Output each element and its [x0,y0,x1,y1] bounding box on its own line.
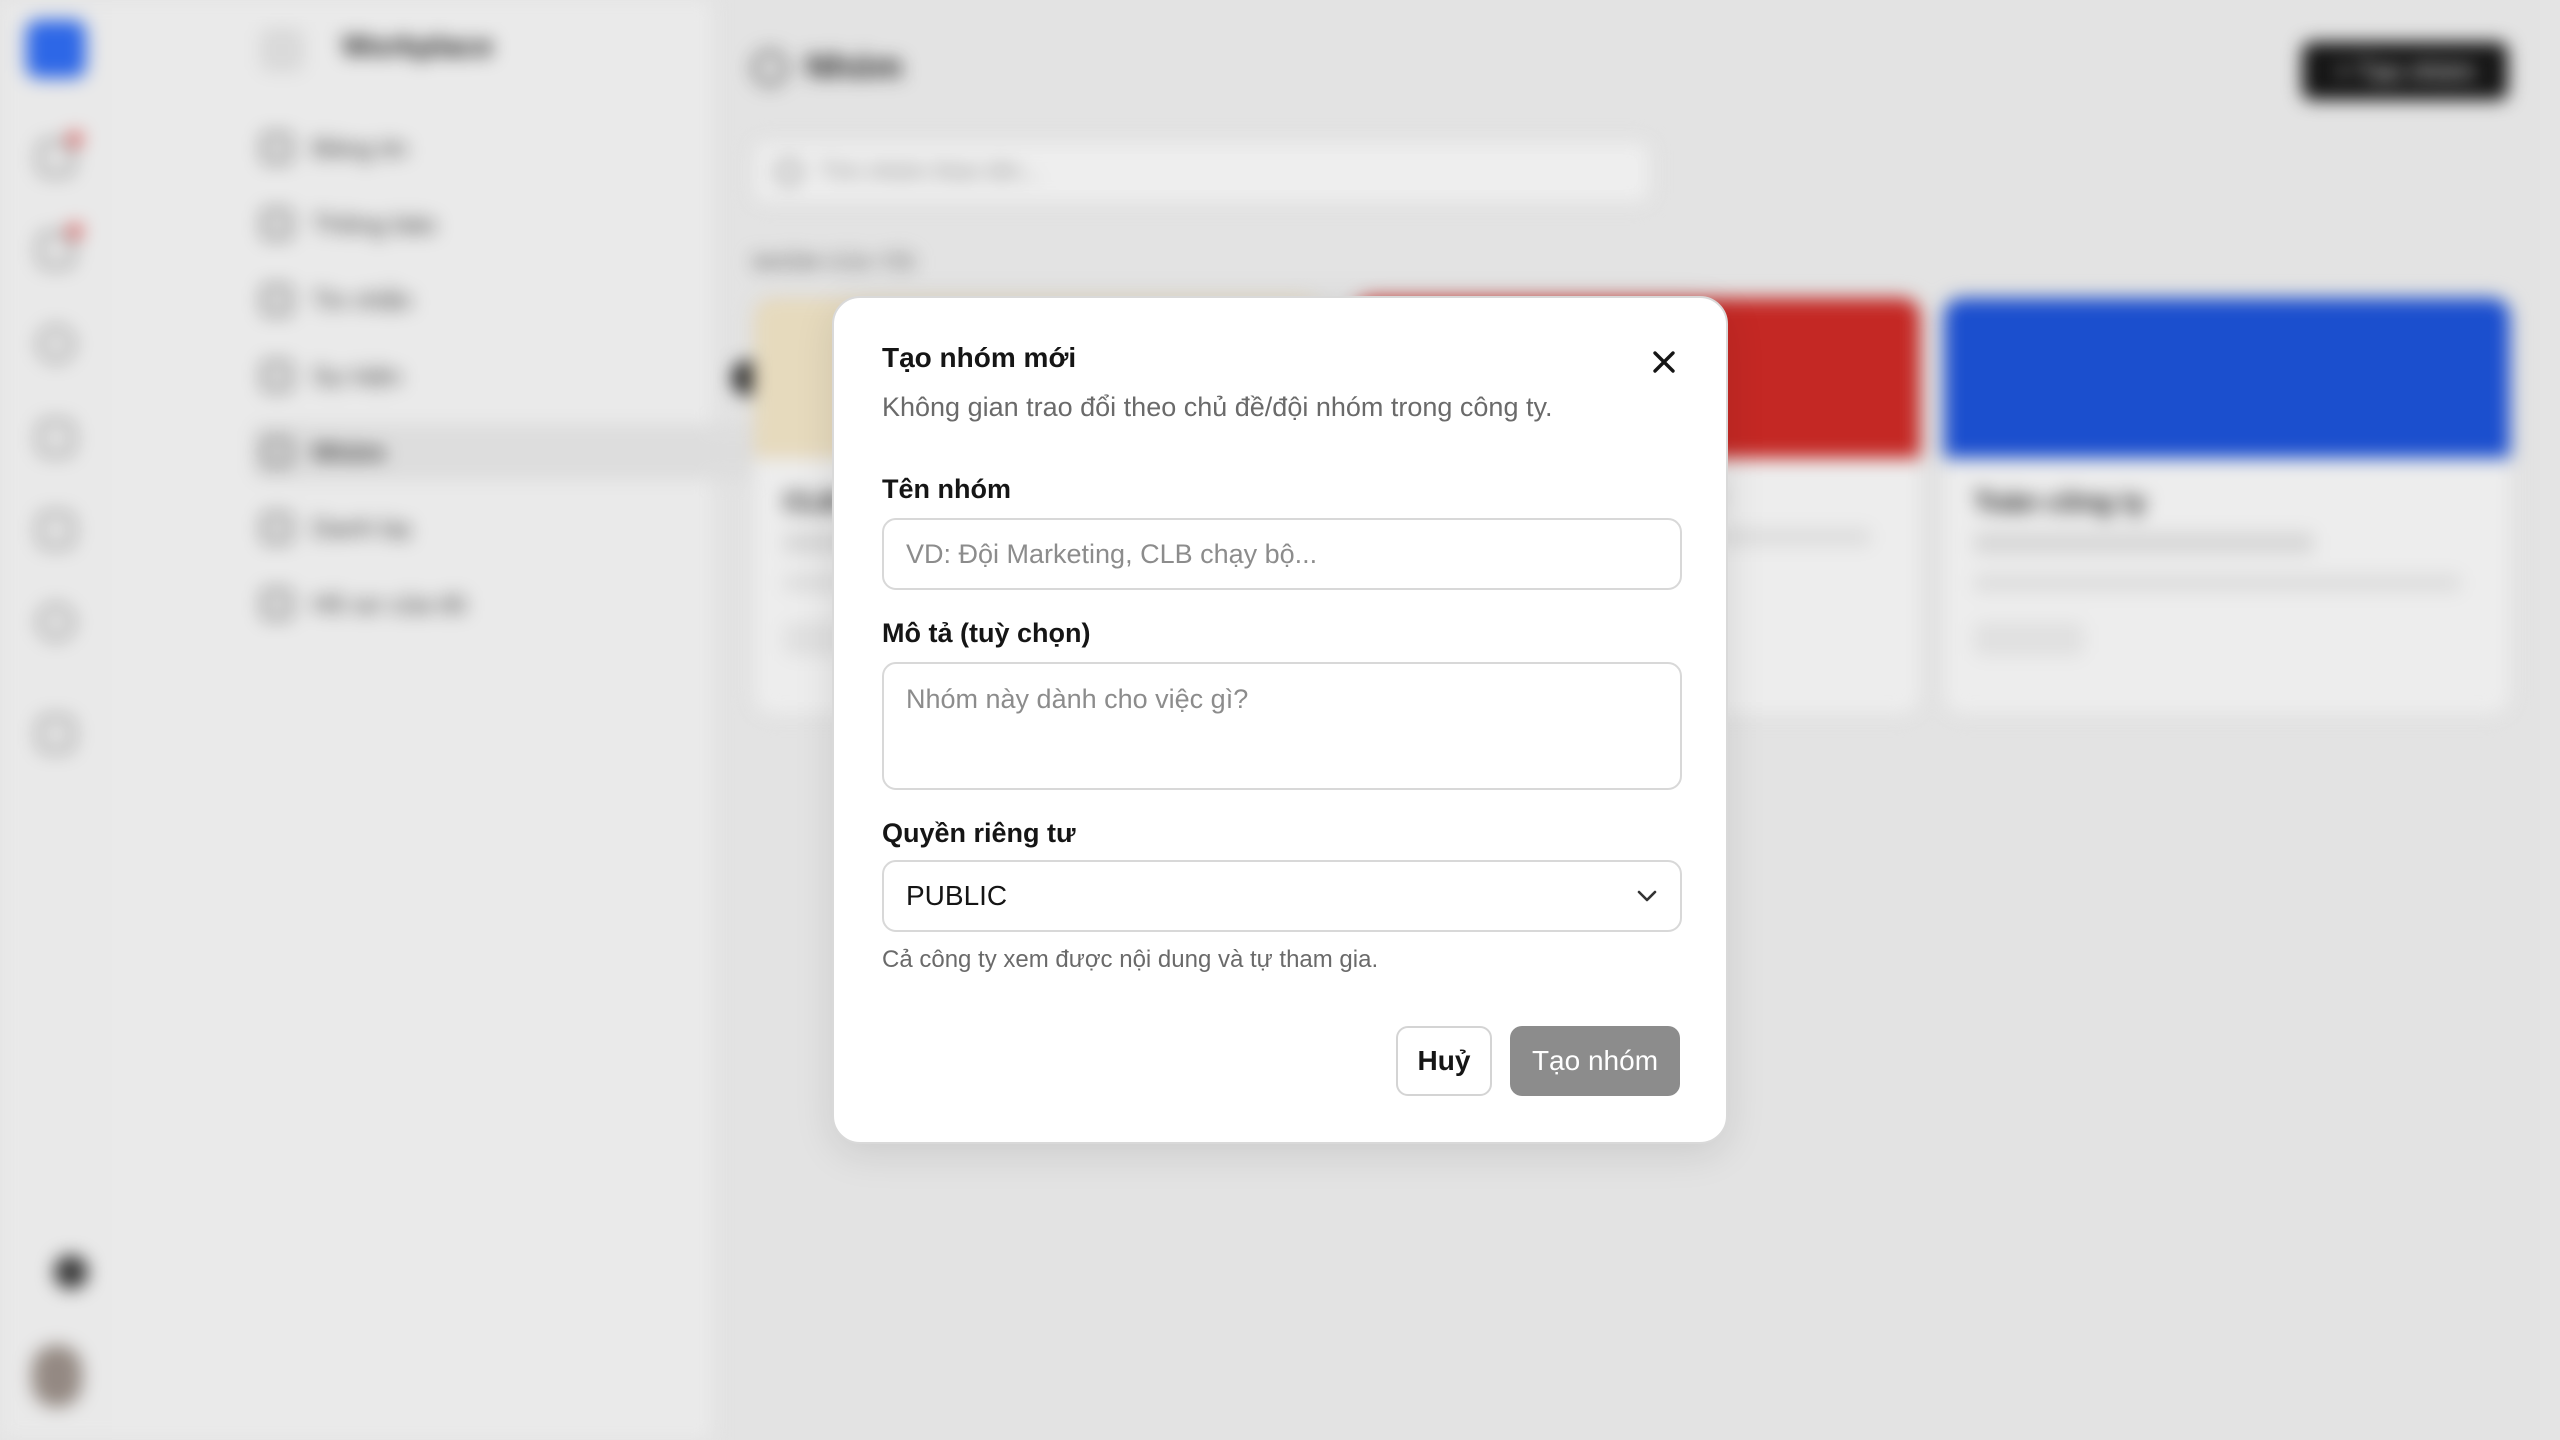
group-name-label: Tên nhóm [882,474,1011,504]
close-icon [1653,351,1675,373]
cancel-button[interactable]: Huỷ [1396,1026,1492,1096]
dialog-title: Tạo nhóm mới [882,342,1077,373]
group-name-input[interactable] [882,518,1682,590]
dialog-subtitle: Không gian trao đổi theo chủ đề/đội nhóm… [882,392,1553,422]
description-label: Mô tả (tuỳ chọn) [882,618,1091,648]
close-button[interactable] [1640,338,1688,386]
privacy-label: Quyền riêng tư [882,818,1076,848]
privacy-selected-value: PUBLIC [906,880,1008,911]
create-group-dialog: Tạo nhóm mới Không gian trao đổi theo ch… [832,296,1728,1144]
submit-create-group-button[interactable]: Tạo nhóm [1510,1026,1680,1096]
description-textarea[interactable] [882,662,1682,790]
chevron-down-icon [1637,890,1657,902]
privacy-select[interactable]: PUBLIC [882,860,1682,932]
privacy-hint: Cả công ty xem được nội dung và tự tham … [882,946,1379,973]
